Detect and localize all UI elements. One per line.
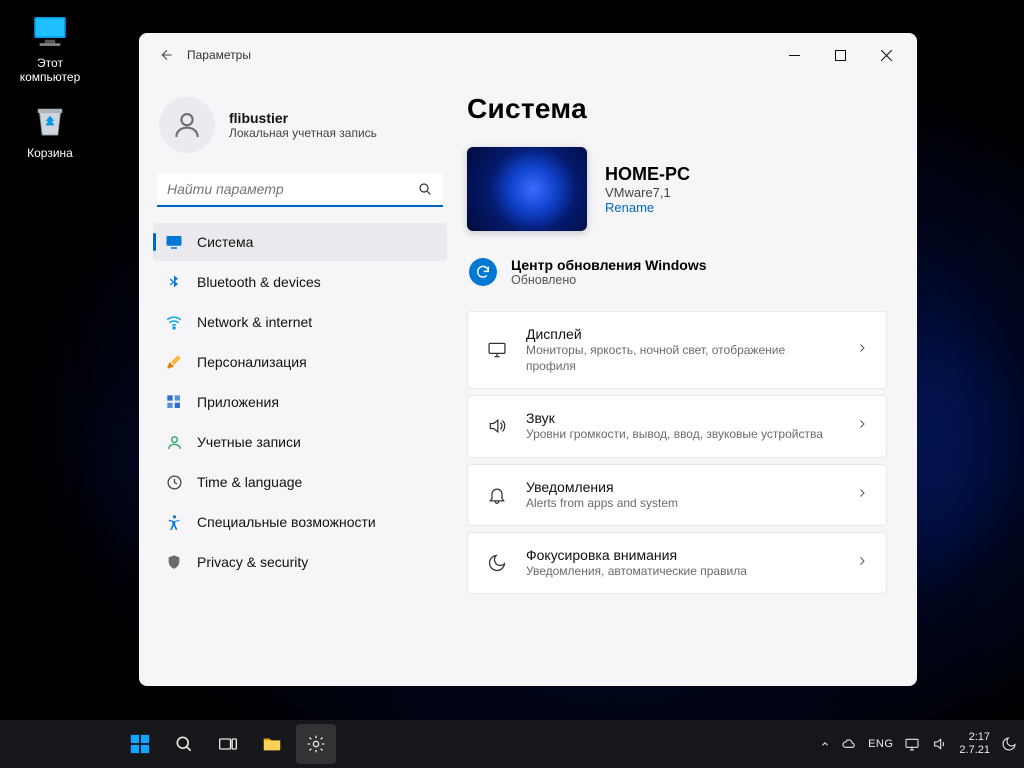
window-title: Параметры [187,48,251,62]
card-title: Дисплей [526,326,838,342]
desktop-icon-recycle-bin[interactable]: Корзина [10,100,90,160]
sound-icon [486,416,508,436]
display-icon [486,340,508,360]
card-focus-assist[interactable]: Фокусировка внимания Уведомления, автома… [467,532,887,594]
back-button[interactable] [153,41,181,69]
nav-label: Bluetooth & devices [197,274,321,290]
taskbar-search-button[interactable] [164,724,204,764]
nav: Система Bluetooth & devices Network & in… [153,223,447,581]
nav-label: Персонализация [197,354,307,370]
time: 2:17 [959,731,990,744]
pc-info: HOME-PC VMware7,1 Rename [467,147,887,231]
pc-model: VMware7,1 [605,185,690,200]
bluetooth-icon [165,273,183,291]
desktop-icon-label: Корзина [10,146,90,160]
tray-overflow-button[interactable] [820,739,830,749]
nav-item-apps[interactable]: Приложения [153,383,447,421]
user-name: flibustier [229,110,377,126]
accounts-icon [165,433,183,451]
nav-item-privacy[interactable]: Privacy & security [153,543,447,581]
nav-item-time-language[interactable]: Time & language [153,463,447,501]
privacy-icon [165,553,183,571]
content: Система HOME-PC VMware7,1 Rename Центр о… [457,77,917,686]
task-view-button[interactable] [208,724,248,764]
card-subtitle: Мониторы, яркость, ночной свет, отображе… [526,342,838,374]
windows-update-title: Центр обновления Windows [511,257,707,273]
avatar [159,97,215,153]
card-sound[interactable]: Звук Уровни громкости, вывод, ввод, звук… [467,395,887,457]
chevron-right-icon [856,554,868,572]
chevron-right-icon [856,341,868,359]
personalization-icon [165,353,183,371]
card-subtitle: Уровни громкости, вывод, ввод, звуковые … [526,426,838,442]
chevron-right-icon [856,486,868,504]
nav-label: Privacy & security [197,554,308,570]
apps-icon [165,393,183,411]
card-title: Уведомления [526,479,838,495]
search-input[interactable] [157,173,443,207]
network-icon [165,313,183,331]
card-title: Звук [526,410,838,426]
card-subtitle: Уведомления, автоматические правила [526,563,838,579]
card-subtitle: Alerts from apps and system [526,495,838,511]
nav-label: Система [197,234,253,250]
nav-item-bluetooth[interactable]: Bluetooth & devices [153,263,447,301]
minimize-button[interactable] [771,39,817,71]
user-block[interactable]: flibustier Локальная учетная запись [153,91,447,171]
nav-label: Network & internet [197,314,312,330]
date: 2.7.21 [959,744,990,757]
nav-label: Time & language [197,474,302,490]
nav-label: Учетные записи [197,434,301,450]
pc-name: HOME-PC [605,164,690,185]
time-icon [165,473,183,491]
desktop-icon-this-pc[interactable]: Этот компьютер [10,10,90,84]
settings-window: Параметры flibustier Локальная учетная з… [139,33,917,686]
search-icon [417,181,433,202]
settings-taskbar-button[interactable] [296,724,336,764]
taskbar: ENG 2:17 2.7.21 [0,720,1024,768]
this-pc-icon [29,10,71,52]
language-indicator[interactable]: ENG [868,738,893,750]
card-title: Фокусировка внимания [526,547,838,563]
windows-update-row[interactable]: Центр обновления Windows Обновлено [467,241,887,311]
accessibility-icon [165,513,183,531]
windows-update-subtitle: Обновлено [511,273,707,287]
nav-label: Приложения [197,394,279,410]
close-button[interactable] [863,39,909,71]
pc-thumbnail [467,147,587,231]
volume-tray-icon[interactable] [931,735,949,753]
sidebar: flibustier Локальная учетная запись Сист… [139,77,457,686]
nav-item-system[interactable]: Система [153,223,447,261]
rename-link[interactable]: Rename [605,200,690,215]
card-notifications[interactable]: Уведомления Alerts from apps and system [467,464,887,526]
nav-item-accessibility[interactable]: Специальные возможности [153,503,447,541]
clock[interactable]: 2:17 2.7.21 [959,731,990,756]
maximize-button[interactable] [817,39,863,71]
start-button[interactable] [120,724,160,764]
file-explorer-button[interactable] [252,724,292,764]
onedrive-icon[interactable] [840,735,858,753]
chevron-right-icon [856,417,868,435]
search-box[interactable] [157,173,443,207]
page-heading: Система [467,93,887,125]
desktop-icon-label: Этот компьютер [10,56,90,84]
titlebar: Параметры [139,33,917,77]
network-tray-icon[interactable] [903,735,921,753]
nav-item-accounts[interactable]: Учетные записи [153,423,447,461]
nav-item-network[interactable]: Network & internet [153,303,447,341]
notifications-tray-icon[interactable] [1000,735,1018,753]
nav-item-personalization[interactable]: Персонализация [153,343,447,381]
user-account-type: Локальная учетная запись [229,126,377,140]
nav-label: Специальные возможности [197,514,376,530]
recycle-bin-icon [29,100,71,142]
focus-icon [486,553,508,573]
card-display[interactable]: Дисплей Мониторы, яркость, ночной свет, … [467,311,887,389]
system-tray: ENG 2:17 2.7.21 [820,731,1018,756]
windows-update-icon [469,258,497,286]
system-icon [165,233,183,251]
notifications-icon [486,485,508,505]
